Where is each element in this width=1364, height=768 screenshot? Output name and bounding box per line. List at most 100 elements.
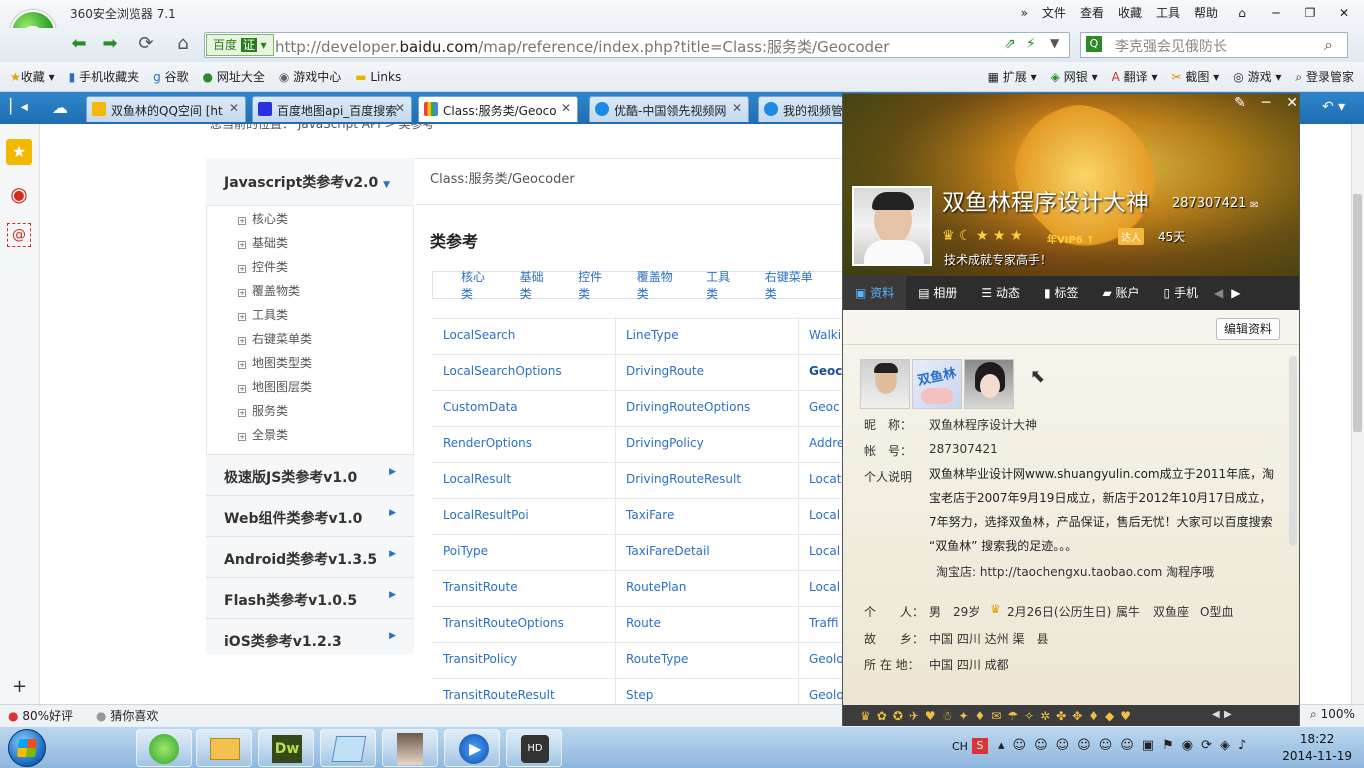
chevron-right-icon[interactable]: ▶ [1224,709,1232,720]
nav-item-overlay[interactable]: + 覆盖物类 [238,282,300,299]
sidebar-toggle-icon[interactable]: ▏◂ [10,99,28,115]
nav-section-ios[interactable]: iOS类参考v1.2.3 ▶ [206,618,414,654]
table-cell-link[interactable]: TaxiFareDetail [626,544,710,558]
close-icon[interactable]: ✕ [732,101,742,115]
filter-tool[interactable]: 工具类 [706,268,739,302]
table-cell-link[interactable]: Walki [809,328,841,342]
nav-item-contextmenu[interactable]: + 右键菜单类 [238,330,312,347]
tab-youku[interactable]: 优酷-中国领先视频网 ✕ [589,96,749,122]
filter-contextmenu[interactable]: 右键菜单类 [765,268,819,302]
site-badge[interactable]: 百度 证 ▾ [206,34,274,56]
home-button[interactable]: ⌂ [170,33,196,57]
weibo-icon[interactable]: ◉ [6,181,32,207]
table-cell-link[interactable]: PoiType [443,544,488,558]
table-cell-link[interactable]: TransitRouteOptions [443,616,564,630]
table-cell-link[interactable]: LocalSearchOptions [443,364,562,378]
bookmark-games[interactable]: ◉ 游戏中心 [279,68,341,85]
tab-profile[interactable]: ▣ 资料 [843,276,907,310]
chevron-left-icon[interactable]: ◀ [1210,276,1227,310]
table-cell-link[interactable]: RoutePlan [626,580,686,594]
rating-status[interactable]: ● 80%好评 [8,707,73,724]
table-cell-link[interactable]: Traffi [809,616,838,630]
table-cell-link[interactable]: TransitPolicy [443,652,517,666]
nav-head-js-v2[interactable]: Javascript类参考v2.0 ▼ [224,172,390,192]
close-button[interactable]: ✕ [1334,6,1354,20]
table-cell-link[interactable]: Route [626,616,661,630]
address-dropdown-icon[interactable]: ▼ [1050,36,1059,50]
refresh-button[interactable]: ⟳ [133,33,159,57]
chevron-right-icon[interactable]: ▶ [1227,276,1244,310]
tab-tags[interactable]: ▮ 标签 [1032,276,1090,310]
taskbar-dreamweaver[interactable]: Dw [258,729,314,767]
bookmark-nav[interactable]: ● 网址大全 [203,68,265,85]
nav-section-web[interactable]: Web组件类参考v1.0 ▶ [206,495,414,535]
search-engine-icon[interactable]: Q [1086,36,1102,52]
bookmark-google[interactable]: g 谷歌 [153,68,188,85]
restore-button[interactable]: ❐ [1300,6,1320,20]
photo-thumb-2[interactable]: 双鱼林 [912,359,962,409]
table-cell-link[interactable]: RouteType [626,652,688,666]
table-cell-link[interactable]: Geoc [809,364,842,378]
undo-tab-icon[interactable]: ↶ ▾ [1322,99,1345,115]
favorites-star-icon[interactable]: ★ [6,139,32,165]
filter-overlay[interactable]: 覆盖物类 [637,268,680,302]
nav-item-maplayer[interactable]: + 地图图层类 [238,378,312,395]
table-cell-link[interactable]: Local [809,544,840,558]
bookmark-links[interactable]: ▬ Links [355,70,401,84]
table-cell-link[interactable]: LocalResultPoi [443,508,529,522]
taskbar-360-browser[interactable] [136,729,192,767]
bookmark-favorites[interactable]: ★收藏 ▾ [10,68,55,85]
close-icon[interactable]: ✕ [561,101,571,115]
table-cell-link[interactable]: DrivingRouteResult [626,472,741,486]
menu-help[interactable]: 帮助 [1194,4,1218,21]
table-cell-link[interactable]: LocalSearch [443,328,515,342]
guess-status[interactable]: ● 猜你喜欢 [96,707,158,724]
close-icon[interactable]: ✕ [229,101,239,115]
nav-item-core[interactable]: + 核心类 [238,210,288,227]
nav-section-flash[interactable]: Flash类参考v1.0.5 ▶ [206,577,414,617]
forward-button[interactable]: ➡ [97,33,123,57]
add-sidebar-icon[interactable]: + [12,676,27,697]
table-cell-link[interactable]: TaxiFare [626,508,674,522]
tab-qzone[interactable]: 双鱼林的QQ空间 [ht ✕ [86,96,246,122]
skin-icon[interactable]: ✎ [1234,95,1246,111]
table-cell-link[interactable]: Geolo [809,652,844,666]
nav-section-lite-js[interactable]: 极速版JS类参考v1.0 ▶ [206,454,414,494]
table-cell-link[interactable]: Step [626,688,653,702]
share-icon[interactable]: ⇗ [1004,36,1016,52]
table-cell-link[interactable]: DrivingRoute [626,364,704,378]
table-cell-link[interactable]: TransitRoute [443,580,518,594]
edit-profile-button[interactable]: 编辑资料 [1216,318,1280,340]
minimize-button[interactable]: ─ [1266,6,1286,20]
nav-item-maptype[interactable]: + 地图类型类 [238,354,312,371]
filter-base[interactable]: 基础类 [520,268,553,302]
extensions-button[interactable]: ▦ 扩展 ▾ [988,68,1037,85]
ime-s-icon[interactable]: S [972,738,988,754]
close-icon[interactable]: ✕ [395,101,405,115]
talent-badge[interactable]: 达人 [1118,228,1144,245]
table-cell-link[interactable]: Geolo [809,688,844,702]
photo-thumb-3[interactable] [964,359,1014,409]
shop-text[interactable]: 淘宝店: http://taochengxu.taobao.com 淘程序哦 [936,563,1214,580]
filter-core[interactable]: 核心类 [461,268,494,302]
avatar[interactable] [852,186,932,266]
close-button[interactable]: ✕ [1286,95,1298,111]
taskbar-media-player[interactable]: ▶ [444,729,500,767]
mail-icon[interactable]: ✉ [1250,200,1258,211]
menu-view[interactable]: 查看 [1080,4,1104,21]
skin-icon[interactable]: ⌂ [1232,6,1252,20]
qq-service-icons[interactable]: ♛✿✪✈♥☃✦♦✉☂✧✲✤✥♦◆♥ [860,709,1137,723]
back-button[interactable]: ⬅ [66,33,92,57]
manager-login-button[interactable]: ⌕ 登录管家 [1295,68,1354,85]
menu-favorites[interactable]: 收藏 [1118,4,1142,21]
tab-geocoder[interactable]: Class:服务类/Geoco ✕ [418,96,578,122]
table-cell-link[interactable]: Locat [809,472,841,486]
url-text[interactable]: http://developer.baidu.com/map/reference… [275,36,889,57]
nav-item-service[interactable]: + 服务类 [238,402,288,419]
bookmark-mobile[interactable]: ▮ 手机收藏夹 [69,68,139,85]
nav-item-panorama[interactable]: + 全景类 [238,426,288,443]
taskbar-qq-card[interactable] [382,729,438,767]
table-cell-link[interactable]: LocalResult [443,472,511,486]
email-icon[interactable]: @ [7,223,31,247]
nav-item-control[interactable]: + 控件类 [238,258,288,275]
